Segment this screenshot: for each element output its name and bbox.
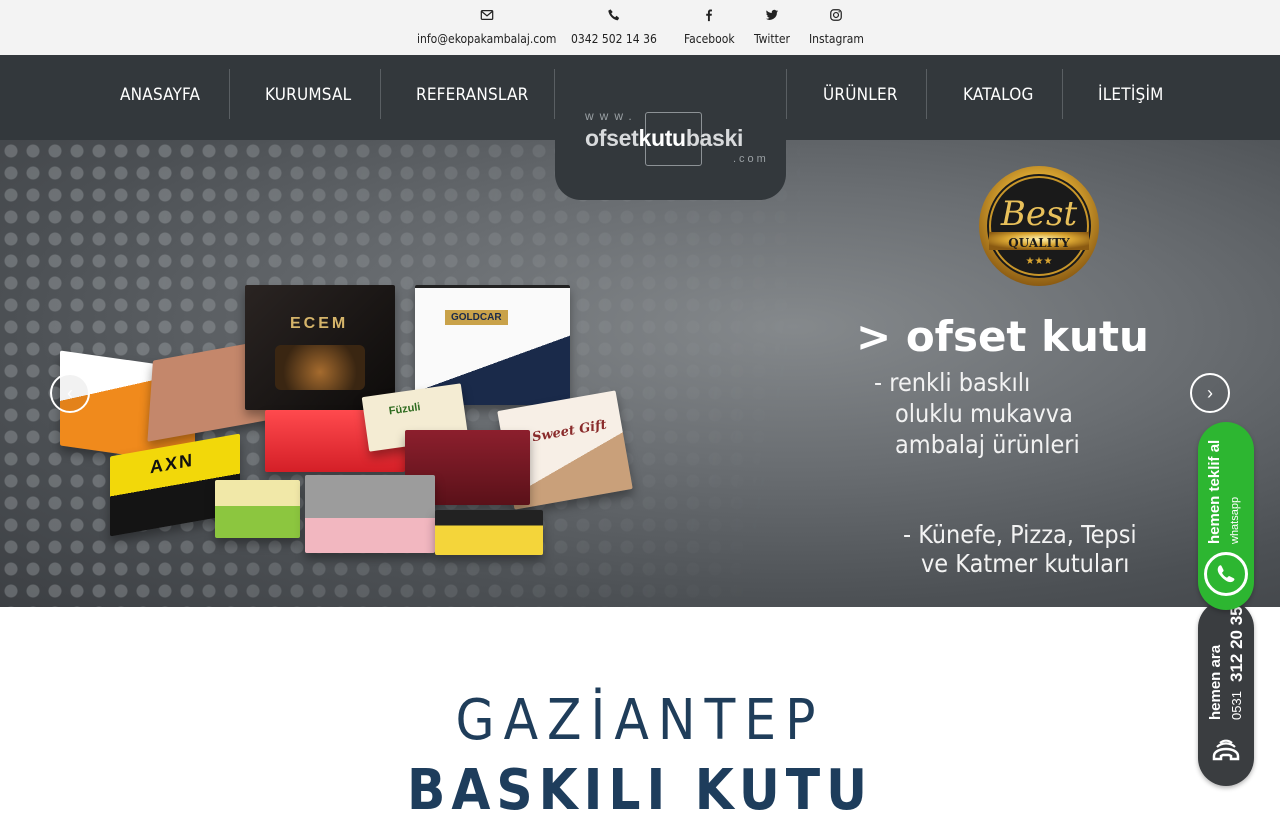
- slider-next-button[interactable]: ›: [1190, 373, 1230, 413]
- ecem-box: ECEM: [245, 285, 395, 410]
- hero-line-3: ambalaj ürünleri: [895, 430, 1080, 459]
- call-number: 312 20 35: [1227, 606, 1246, 682]
- instagram-text: Instagram: [809, 32, 864, 46]
- axn-label: AXN: [150, 449, 195, 478]
- logo-wordmark: ofsetkutubaski: [585, 125, 743, 152]
- product-boxes-image: ECEM GOLDCAR Füzuli Sweet Gift AXN: [55, 270, 635, 607]
- twitter-text: Twitter: [754, 32, 790, 46]
- whatsapp-quote-button[interactable]: hemen teklif al whatsapp: [1198, 422, 1254, 610]
- twitter-icon: [754, 8, 790, 26]
- call-prefix: 0531: [1229, 691, 1244, 720]
- facebook-link[interactable]: Facebook: [684, 8, 735, 46]
- logo-com: .com: [733, 153, 769, 165]
- envelope-icon: [417, 8, 556, 26]
- nav-katalog[interactable]: KATALOG: [963, 85, 1034, 105]
- best-quality-badge: Best QUALITY ★★★: [975, 164, 1103, 288]
- nav-divider: [229, 69, 230, 119]
- logo-part-ofset: ofset: [585, 125, 639, 151]
- ecem-teapot-art: [275, 345, 365, 390]
- top-contact-bar: info@ekopakambalaj.com 0342 502 14 36 Fa…: [0, 0, 1280, 55]
- phone-icon: [571, 8, 657, 26]
- call-now-button[interactable]: hemen ara 0531 312 20 35: [1198, 600, 1254, 786]
- facebook-icon: [684, 8, 735, 26]
- nav-anasayfa[interactable]: ANASAYFA: [120, 85, 200, 105]
- facebook-text: Facebook: [684, 32, 735, 46]
- nav-divider: [380, 69, 381, 119]
- logo-www: www.: [585, 109, 638, 123]
- sweet-gift-label: Sweet Gift: [531, 417, 608, 446]
- email-text: info@ekopakambalaj.com: [417, 32, 557, 46]
- nav-iletisim[interactable]: İLETİŞİM: [1098, 85, 1164, 105]
- whatsapp-icon: [1204, 552, 1248, 596]
- badge-best: Best: [1000, 194, 1078, 234]
- hero-line-2: oluklu mukavva: [895, 399, 1073, 428]
- phone-text: 0342 502 14 36: [571, 32, 657, 46]
- gold-box: [435, 510, 543, 555]
- logo-part-kutu: kutu: [638, 125, 686, 151]
- section-heading-city: GAZİANTEP: [455, 688, 825, 753]
- site-logo[interactable]: www. ofsetkutubaski .com: [555, 55, 786, 200]
- email-link[interactable]: info@ekopakambalaj.com: [417, 8, 556, 46]
- call-title: hemen ara: [1207, 644, 1224, 720]
- nav-urunler[interactable]: ÜRÜNLER: [823, 85, 898, 105]
- phone-link[interactable]: 0342 502 14 36: [571, 8, 657, 46]
- hero-line-4: - Künefe, Pizza, Tepsi: [903, 520, 1137, 549]
- whatsapp-sub: whatsapp: [1229, 496, 1241, 544]
- hero-slider: ECEM GOLDCAR Füzuli Sweet Gift AXN Best …: [0, 140, 1280, 607]
- goldcar-label: GOLDCAR: [445, 310, 508, 325]
- instagram-link[interactable]: Instagram: [809, 8, 864, 46]
- nav-kurumsal[interactable]: KURUMSAL: [265, 85, 351, 105]
- badge-quality: QUALITY: [1008, 236, 1070, 250]
- ecem-label: ECEM: [290, 315, 349, 332]
- hero-line-1: - renkli baskılı: [874, 368, 1031, 397]
- fuzzuli-label: Füzuli: [388, 401, 422, 418]
- slider-prev-button[interactable]: ‹: [50, 373, 90, 413]
- badge-stars: ★★★: [1025, 256, 1053, 267]
- hero-line-5: ve Katmer kutuları: [921, 549, 1130, 578]
- nav-divider: [926, 69, 927, 119]
- logo-part-baski: baski: [685, 125, 744, 151]
- twitter-link[interactable]: Twitter: [754, 8, 790, 46]
- nav-divider: [1062, 69, 1063, 119]
- section-heading-product: BASKILI KUTU: [406, 758, 874, 823]
- phone-ring-icon: [1206, 730, 1246, 770]
- hero-headline: > ofset kutu: [856, 312, 1149, 361]
- whatsapp-title: hemen teklif al: [1206, 439, 1223, 544]
- instagram-icon: [809, 8, 864, 26]
- nav-divider: [786, 69, 787, 119]
- nav-referanslar[interactable]: REFERANSLAR: [416, 85, 528, 105]
- pink-box: [305, 475, 435, 553]
- green-box: [215, 480, 300, 538]
